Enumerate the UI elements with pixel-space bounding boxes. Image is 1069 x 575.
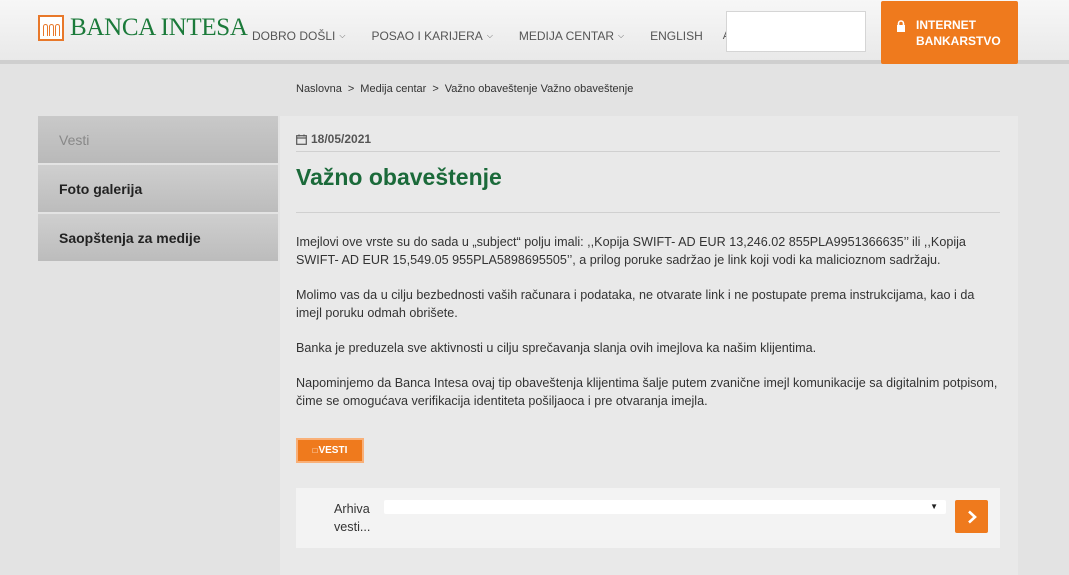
nav-label: DOBRO DOŠLI xyxy=(252,28,336,43)
internet-banking-line1: INTERNET xyxy=(916,17,976,32)
search-box xyxy=(726,11,916,52)
breadcrumb-separator: > xyxy=(347,83,355,95)
chevron-down-icon: ⌵ xyxy=(486,30,493,40)
sidebar-item-saopstenja[interactable]: Saopštenja za medije xyxy=(38,214,278,261)
breadcrumb-separator: > xyxy=(432,83,439,95)
chevron-down-icon: ⌵ xyxy=(339,30,346,40)
article-date: 18/05/2021 xyxy=(296,132,371,146)
nav-english[interactable]: ENGLISH xyxy=(650,29,703,43)
back-to-news-button[interactable]: □ VESTI xyxy=(296,438,364,463)
sidebar-item-foto-galerija[interactable]: Foto galerija xyxy=(38,165,278,212)
nav-label: ENGLISH xyxy=(650,28,703,43)
article-panel: 18/05/2021 Važno obaveštenje Imejlovi ov… xyxy=(280,116,1018,575)
breadcrumb-media-center[interactable]: Medija centar xyxy=(360,83,426,95)
article-paragraph: Banka je preduzela sve aktivnosti u cilj… xyxy=(296,341,817,355)
back-icon: □ xyxy=(312,446,318,455)
news-archive: Arhiva vesti... ▼ xyxy=(296,488,1000,548)
nav-posao-i-karijera[interactable]: POSAO I KARIJERA ⌵ xyxy=(371,29,492,43)
chevron-down-icon: ⌵ xyxy=(618,30,625,40)
chevron-right-icon xyxy=(967,510,977,523)
breadcrumb: Naslovna > Medija centar > Važno obaveštenje… xyxy=(296,83,633,95)
archive-select[interactable]: ▼ xyxy=(384,500,946,514)
main-nav: DOBRO DOŠLI ⌵ POSAO I KARIJERA ⌵ MEDIJA … xyxy=(252,27,760,44)
site-header: BANCA INTESA DOBRO DOŠLI ⌵ POSAO I KARIJ… xyxy=(0,0,1069,64)
sidebar: Vesti Foto galerija Saopštenja za medije xyxy=(38,116,278,263)
breadcrumb-current: Važno obaveštenje Važno obaveštenje xyxy=(444,83,634,95)
article-paragraph: Napominjemo da Banca Intesa ovaj tip oba… xyxy=(296,376,998,408)
sidebar-item-vesti[interactable]: Vesti xyxy=(38,116,278,163)
dropdown-caret-icon: ▼ xyxy=(930,502,938,511)
article-body: Imejlovi ove vrste su do sada u „subject… xyxy=(296,233,1001,427)
logo-text: BANCA INTESA xyxy=(70,14,248,41)
article-paragraph: Imejlovi ove vrste su do sada u „subject… xyxy=(296,235,966,267)
archive-label: Arhiva vesti... xyxy=(334,502,371,534)
calendar-icon xyxy=(296,134,307,145)
lock-icon xyxy=(897,19,905,32)
nav-dobro-dosli[interactable]: DOBRO DOŠLI ⌵ xyxy=(252,29,345,43)
divider xyxy=(296,212,1000,213)
logo-mark-icon xyxy=(38,15,64,41)
internet-banking-line2: BANKARSTVO xyxy=(916,33,1001,48)
nav-label: POSAO I KARIJERA xyxy=(371,28,483,43)
breadcrumb-home[interactable]: Naslovna xyxy=(296,83,342,95)
banca-intesa-logo[interactable]: BANCA INTESA xyxy=(38,14,248,42)
search-input[interactable] xyxy=(727,12,904,51)
archive-go-button[interactable] xyxy=(955,500,988,533)
divider xyxy=(296,151,1000,152)
back-to-news-label: VESTI xyxy=(318,445,348,456)
nav-medija-centar[interactable]: MEDIJA CENTAR ⌵ xyxy=(519,29,624,43)
nav-label: MEDIJA CENTAR xyxy=(518,28,615,43)
article-date-text: 18/05/2021 xyxy=(311,132,372,146)
article-paragraph: Molimo vas da u cilju bezbednosti vaših … xyxy=(296,288,975,320)
internet-banking-button[interactable]: INTERNET BANKARSTVO xyxy=(881,1,1018,64)
internet-banking-label: INTERNET BANKARSTVO xyxy=(916,17,1001,49)
article-title: Važno obaveštenje xyxy=(296,164,502,190)
